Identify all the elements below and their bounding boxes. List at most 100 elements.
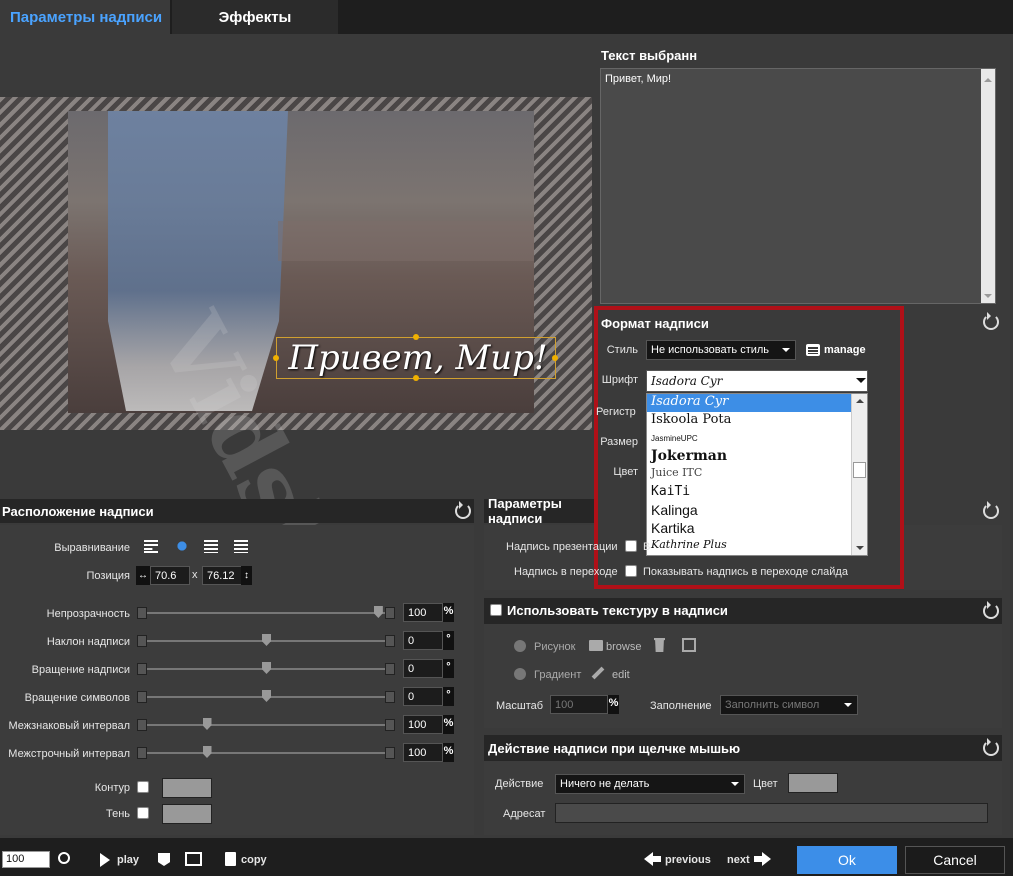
slider-thumb[interactable] — [262, 662, 271, 674]
font-list-item[interactable]: Juice ITC — [647, 466, 867, 484]
slider-value-input[interactable]: 100 — [403, 743, 443, 762]
align-center-icon[interactable] — [174, 538, 190, 554]
slider-thumb[interactable] — [262, 690, 271, 702]
slider-right-arrow-icon[interactable] — [385, 719, 395, 731]
slider-right-arrow-icon[interactable] — [385, 635, 395, 647]
selected-text-area[interactable]: Привет, Мир! — [600, 68, 996, 304]
position-y-input[interactable]: 76.12 — [202, 566, 242, 585]
shadow-color-swatch[interactable] — [162, 804, 212, 824]
folder-icon[interactable] — [589, 640, 603, 651]
trash-icon[interactable] — [654, 638, 665, 652]
slider-value-input[interactable]: 0 — [403, 659, 443, 678]
font-list-item[interactable]: Isadora Cyr — [647, 394, 851, 412]
zoom-input[interactable]: 100 — [2, 851, 50, 868]
font-list-item[interactable]: Jokerman — [647, 448, 867, 466]
font-list-scrollbar[interactable] — [851, 394, 867, 555]
font-list-item[interactable]: Kathrine Plus — [647, 538, 867, 555]
next-arrow-icon[interactable] — [762, 852, 771, 866]
slider-left-arrow-icon[interactable] — [137, 635, 147, 647]
slider-right-arrow-icon[interactable] — [385, 691, 395, 703]
slider-thumb[interactable] — [202, 718, 212, 730]
style-dropdown[interactable]: Не использовать стиль — [646, 340, 796, 360]
slider-left-arrow-icon[interactable] — [137, 607, 147, 619]
slider-left-arrow-icon[interactable] — [137, 663, 147, 675]
slider-track[interactable] — [147, 612, 385, 614]
slider[interactable] — [137, 690, 395, 703]
transition-checkbox[interactable] — [625, 565, 637, 577]
slider-left-arrow-icon[interactable] — [137, 719, 147, 731]
outline-color-swatch[interactable] — [162, 778, 212, 798]
action-dropdown[interactable]: Ничего не делать — [555, 774, 745, 794]
caption-text[interactable]: Привет, Мир! — [283, 338, 553, 378]
resize-handle[interactable] — [413, 334, 419, 340]
font-dropdown[interactable]: Isadora Cyr — [646, 370, 868, 392]
slider[interactable] — [137, 718, 395, 731]
browse-button[interactable]: browse — [606, 641, 641, 653]
action-color-swatch[interactable] — [788, 773, 838, 793]
preview-canvas[interactable]: Vidshow.ru Привет, Мир! — [0, 97, 592, 836]
clipboard-icon[interactable] — [225, 852, 236, 866]
resize-handle[interactable] — [552, 355, 558, 361]
slider[interactable] — [137, 634, 395, 647]
slider-track[interactable] — [147, 752, 385, 754]
font-list-item[interactable]: KaiTi — [647, 484, 867, 502]
reset-format-icon[interactable] — [983, 312, 999, 330]
slider-value-input[interactable]: 100 — [403, 603, 443, 622]
align-right-icon[interactable] — [204, 540, 218, 553]
scroll-down-icon[interactable] — [984, 294, 992, 302]
addressee-input[interactable] — [555, 803, 988, 823]
play-button[interactable]: play — [117, 854, 139, 866]
tab-caption-params[interactable]: Параметры надписи — [0, 0, 170, 34]
ok-button[interactable]: Ok — [797, 846, 897, 874]
gradient-radio-icon[interactable] — [514, 668, 526, 680]
reset-position-icon[interactable] — [455, 501, 471, 519]
resize-handle[interactable] — [413, 375, 419, 381]
manage-button[interactable]: manage — [824, 344, 866, 356]
cancel-button[interactable]: Cancel — [905, 846, 1005, 874]
slider-right-arrow-icon[interactable] — [385, 607, 395, 619]
caption-selection-box[interactable]: Привет, Мир! — [273, 334, 558, 381]
slider-left-arrow-icon[interactable] — [137, 691, 147, 703]
present-checkbox[interactable] — [625, 540, 637, 552]
reset-params-icon[interactable] — [983, 501, 999, 519]
slider[interactable] — [137, 662, 395, 675]
scroll-down-icon[interactable] — [856, 546, 864, 554]
slider-right-arrow-icon[interactable] — [385, 747, 395, 759]
tab-effects[interactable]: Эффекты — [172, 0, 338, 34]
manage-icon[interactable] — [806, 344, 820, 356]
search-icon[interactable] — [58, 852, 70, 864]
slider-thumb[interactable] — [373, 606, 383, 618]
outline-checkbox[interactable] — [137, 781, 149, 793]
font-dropdown-arrow-icon[interactable] — [856, 378, 866, 388]
next-button[interactable]: next — [727, 854, 750, 866]
font-list-item[interactable]: Iskoola Pota — [647, 412, 867, 430]
scale-input[interactable]: 100 — [550, 695, 608, 714]
play-icon[interactable] — [100, 853, 110, 867]
resize-handle[interactable] — [273, 355, 279, 361]
font-list[interactable]: Isadora Cyr Iskoola Pota JasmineUPC Joke… — [646, 393, 868, 556]
position-x-input[interactable]: 70.6 — [150, 566, 190, 585]
screen-icon[interactable] — [185, 852, 202, 866]
scroll-up-icon[interactable] — [856, 395, 864, 403]
scroll-thumb[interactable] — [853, 462, 866, 478]
slider-left-arrow-icon[interactable] — [137, 747, 147, 759]
shadow-checkbox[interactable] — [137, 807, 149, 819]
previous-button[interactable]: previous — [665, 854, 711, 866]
font-list-item[interactable]: Kartika — [647, 520, 867, 538]
slider[interactable] — [137, 606, 395, 619]
export-icon[interactable] — [682, 638, 696, 652]
slider-value-input[interactable]: 0 — [403, 631, 443, 650]
slider-thumb[interactable] — [202, 746, 212, 758]
picture-radio-icon[interactable] — [514, 640, 526, 652]
edit-button[interactable]: edit — [612, 669, 630, 681]
scroll-up-icon[interactable] — [984, 74, 992, 82]
textarea-scrollbar[interactable] — [981, 69, 995, 303]
align-justify-icon[interactable] — [234, 540, 248, 553]
slider-right-arrow-icon[interactable] — [385, 663, 395, 675]
slider-track[interactable] — [147, 724, 385, 726]
slider-value-input[interactable]: 0 — [403, 687, 443, 706]
copy-button[interactable]: copy — [241, 854, 267, 866]
texture-checkbox[interactable] — [490, 604, 502, 616]
font-list-item[interactable]: Kalinga — [647, 502, 867, 520]
reset-texture-icon[interactable] — [983, 601, 999, 619]
